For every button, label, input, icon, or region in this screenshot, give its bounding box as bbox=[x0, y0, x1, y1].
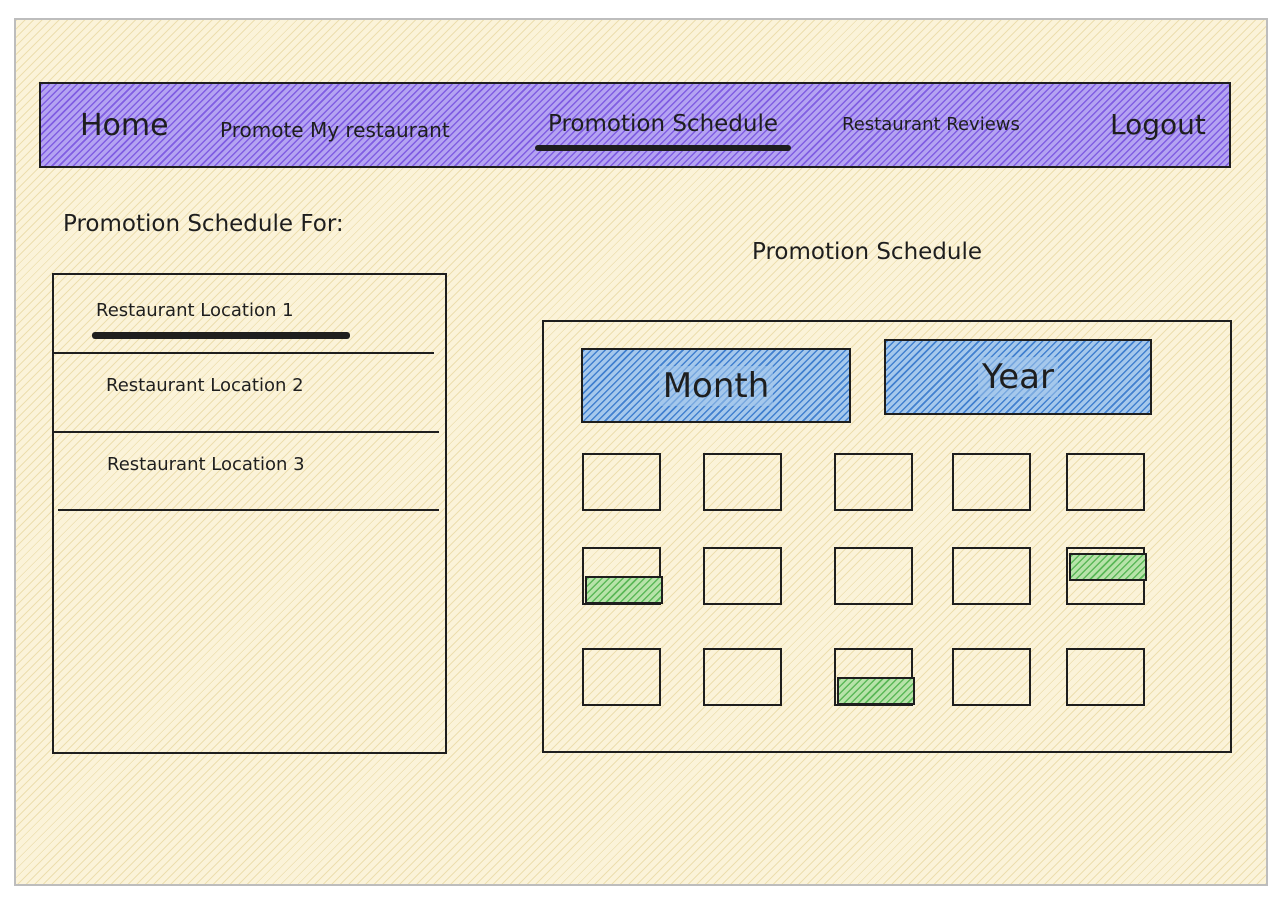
promotion-marker bbox=[585, 576, 663, 604]
location-item-1[interactable]: Restaurant Location 1 bbox=[96, 300, 294, 321]
nav-active-underline bbox=[535, 145, 791, 151]
nav-reviews-link[interactable]: Restaurant Reviews bbox=[842, 114, 1020, 135]
location-selected-underline bbox=[92, 332, 350, 339]
calendar-day-cell[interactable] bbox=[703, 547, 782, 605]
calendar-day-cell[interactable] bbox=[952, 547, 1031, 605]
calendar-day-cell[interactable] bbox=[1066, 648, 1145, 706]
location-list-panel bbox=[52, 273, 447, 754]
location-item-3[interactable]: Restaurant Location 3 bbox=[107, 454, 305, 475]
year-view-label: Year bbox=[978, 357, 1058, 397]
schedule-title: Promotion Schedule bbox=[752, 239, 983, 265]
calendar-day-cell[interactable] bbox=[834, 453, 913, 511]
location-item-2[interactable]: Restaurant Location 2 bbox=[106, 375, 304, 396]
calendar-day-cell[interactable] bbox=[952, 648, 1031, 706]
month-view-label: Month bbox=[658, 365, 774, 406]
calendar-day-cell[interactable] bbox=[703, 648, 782, 706]
calendar-day-cell[interactable] bbox=[834, 547, 913, 605]
calendar-day-cell[interactable] bbox=[952, 453, 1031, 511]
location-divider bbox=[58, 509, 439, 511]
calendar-day-cell[interactable] bbox=[582, 453, 661, 511]
promotion-marker bbox=[1069, 553, 1147, 581]
year-view-button[interactable]: Year bbox=[884, 339, 1152, 415]
promotion-marker bbox=[837, 677, 915, 705]
calendar-day-cell[interactable] bbox=[582, 648, 661, 706]
nav-home-link[interactable]: Home bbox=[80, 108, 169, 143]
nav-promote-link[interactable]: Promote My restaurant bbox=[220, 118, 450, 142]
nav-logout-link[interactable]: Logout bbox=[1110, 108, 1206, 141]
calendar-day-cell[interactable] bbox=[1066, 453, 1145, 511]
location-divider bbox=[52, 431, 439, 433]
month-view-button[interactable]: Month bbox=[581, 348, 851, 423]
location-section-title: Promotion Schedule For: bbox=[63, 211, 344, 237]
nav-promotion-schedule-link[interactable]: Promotion Schedule bbox=[548, 111, 778, 137]
location-divider bbox=[52, 352, 434, 354]
calendar-day-cell[interactable] bbox=[703, 453, 782, 511]
